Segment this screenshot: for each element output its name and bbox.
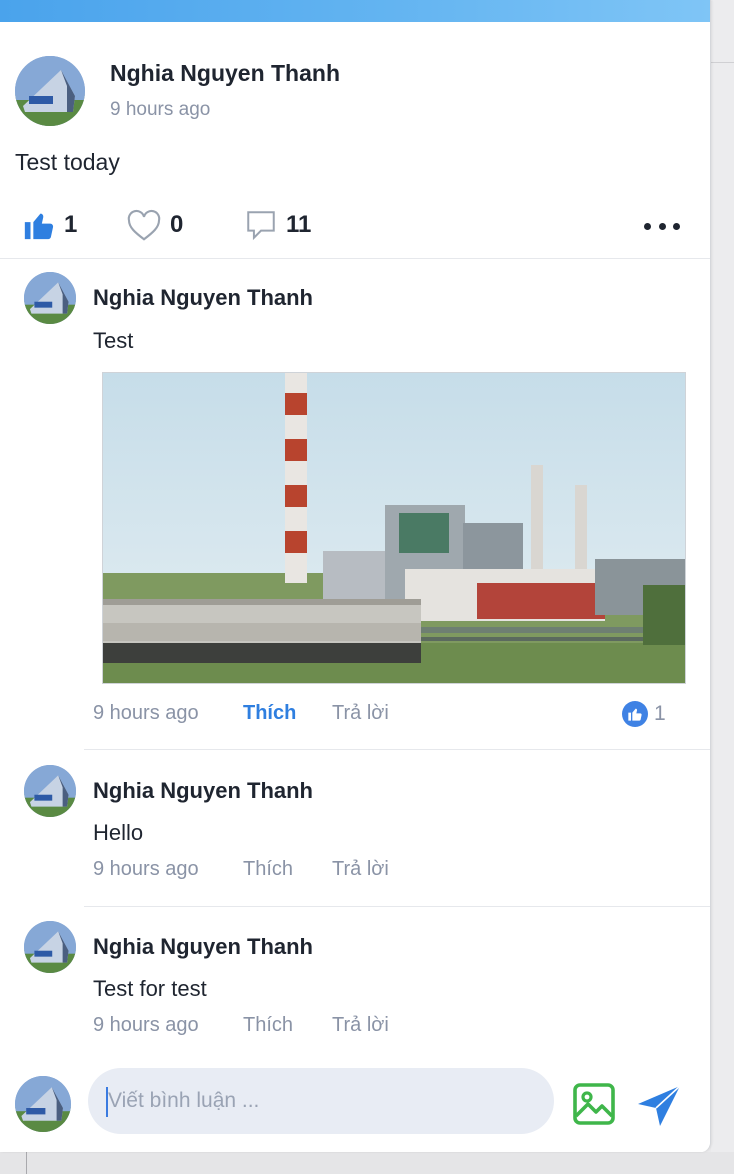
panel-header-bar — [0, 0, 710, 22]
more-options-icon[interactable] — [644, 214, 680, 238]
post-like-stat[interactable]: 1 — [22, 208, 77, 242]
background-window-tick — [26, 1152, 27, 1174]
post-divider — [0, 258, 710, 259]
post-timestamp: 9 hours ago — [110, 99, 211, 120]
post-content: Test today — [15, 149, 120, 175]
comment-like-button[interactable]: Thích — [243, 858, 293, 881]
image-attach-icon[interactable] — [570, 1080, 618, 1128]
comment-timestamp: 9 hours ago — [93, 858, 199, 880]
comment-text: Hello — [93, 820, 144, 845]
comment-input[interactable] — [88, 1068, 554, 1134]
comment-avatar[interactable] — [24, 921, 76, 973]
comment-divider — [84, 749, 710, 750]
avatar-image — [15, 56, 85, 126]
current-user-avatar[interactable] — [15, 1076, 71, 1132]
comment-author[interactable]: Nghia Nguyen Thanh — [93, 934, 313, 960]
comment-like-button[interactable]: Thích — [243, 702, 296, 725]
comment-outline-icon — [247, 211, 275, 241]
post-detail-panel: Nghia Nguyen Thanh 9 hours ago Test toda… — [0, 0, 711, 1152]
heart-outline-icon — [127, 209, 161, 241]
dot — [658, 222, 666, 230]
dot — [673, 222, 680, 230]
post-like-count: 1 — [64, 211, 78, 238]
comment-author[interactable]: Nghia Nguyen Thanh — [93, 285, 313, 311]
comment-timestamp: 9 hours ago — [93, 1014, 199, 1036]
comment-text: Test for test — [93, 976, 207, 1001]
background-window-strip — [711, 0, 734, 1174]
post-heart-stat[interactable]: 0 — [126, 208, 183, 242]
comment-author[interactable]: Nghia Nguyen Thanh — [93, 778, 313, 804]
post-heart-count: 0 — [170, 211, 184, 238]
post-author-name[interactable]: Nghia Nguyen Thanh — [110, 60, 340, 87]
post-author-avatar[interactable] — [15, 56, 85, 126]
comment-avatar[interactable] — [24, 765, 76, 817]
comment-reply-button[interactable]: Trả lời — [332, 858, 389, 881]
comment-avatar[interactable] — [24, 272, 76, 324]
text-caret — [106, 1087, 108, 1117]
post-comment-stat[interactable]: 11 — [244, 208, 311, 242]
comment-timestamp: 9 hours ago — [93, 702, 199, 724]
send-icon[interactable] — [636, 1082, 684, 1130]
like-badge-icon — [622, 701, 648, 727]
background-window-divider — [711, 62, 734, 63]
comment-divider — [84, 906, 710, 907]
post-comment-count: 11 — [286, 211, 312, 238]
dot — [644, 222, 651, 230]
comment-reply-button[interactable]: Trả lời — [332, 1014, 389, 1037]
avatar-image — [15, 1076, 71, 1132]
comment-like-button[interactable]: Thích — [243, 1014, 293, 1037]
background-window-bottom — [0, 1152, 734, 1174]
power-plant-image — [103, 373, 685, 683]
comment-text: Test — [93, 328, 134, 353]
avatar-image — [24, 272, 76, 324]
thumbs-up-icon — [24, 213, 54, 240]
comment-reply-button[interactable]: Trả lời — [332, 702, 389, 725]
comment-like-indicator: 1 — [622, 701, 666, 727]
avatar-image — [24, 765, 76, 817]
avatar-image — [24, 921, 76, 973]
comment-attached-photo[interactable] — [102, 372, 686, 684]
comment-like-count: 1 — [654, 702, 666, 725]
